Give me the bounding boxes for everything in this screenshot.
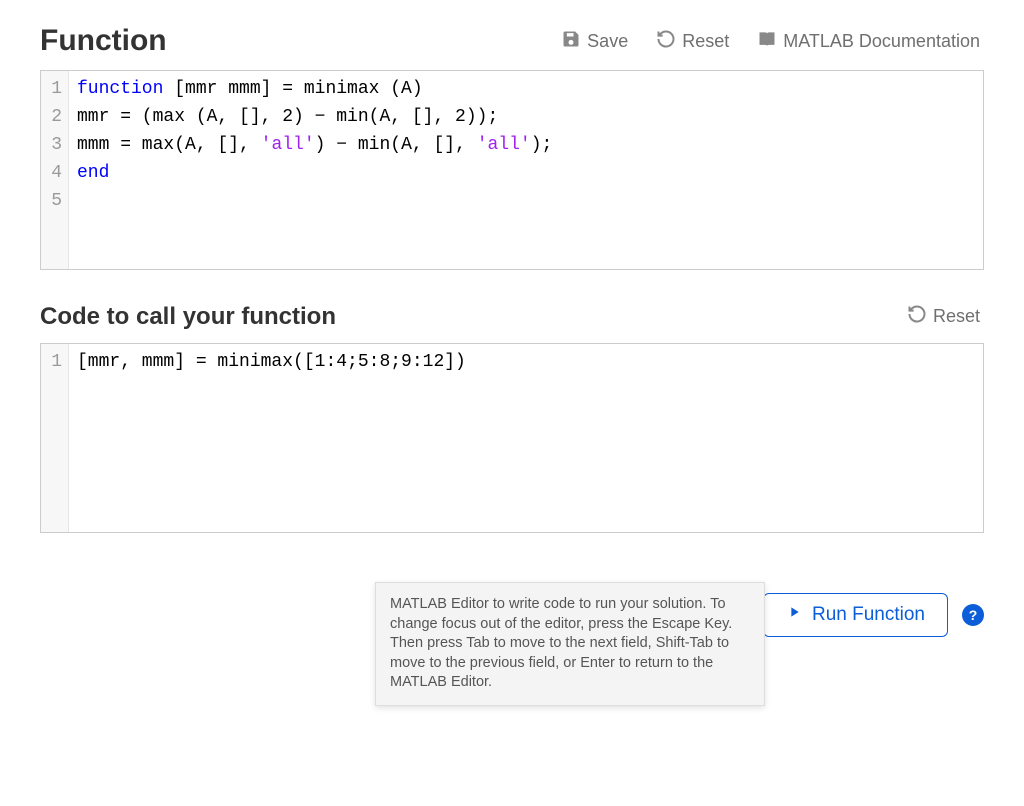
caller-gutter: 1 xyxy=(41,344,69,532)
caller-reset-label: Reset xyxy=(933,306,980,327)
run-function-button[interactable]: Run Function xyxy=(763,593,948,637)
play-icon xyxy=(786,604,802,626)
caller-title: Code to call your function xyxy=(40,303,336,331)
line-number: 1 xyxy=(45,348,62,376)
reset-label: Reset xyxy=(682,31,729,52)
caller-reset-button[interactable]: Reset xyxy=(903,302,984,331)
caller-toolbar: Reset xyxy=(903,302,984,331)
function-toolbar: Save Reset MATLAB Documentation xyxy=(557,27,984,56)
code-line[interactable]: end xyxy=(77,159,975,187)
docs-label: MATLAB Documentation xyxy=(783,31,980,52)
help-button[interactable]: ? xyxy=(962,604,984,626)
code-line[interactable]: function [mmr mmm] = minimax (A) xyxy=(77,75,975,103)
reset-button[interactable]: Reset xyxy=(652,27,733,56)
code-line[interactable]: mmr = (max (A, [], 2) − min(A, [], 2)); xyxy=(77,103,975,131)
function-gutter: 12345 xyxy=(41,71,69,269)
caller-code[interactable]: [mmr, mmm] = minimax([1:4;5:8;9:12]) xyxy=(69,344,983,532)
save-icon xyxy=(561,29,581,54)
caller-editor[interactable]: 1 [mmr, mmm] = minimax([1:4;5:8;9:12]) xyxy=(40,343,984,533)
book-icon xyxy=(757,29,777,54)
editor-tooltip: MATLAB Editor to write code to run your … xyxy=(375,582,765,706)
line-number: 4 xyxy=(45,159,62,187)
function-code[interactable]: function [mmr mmm] = minimax (A)mmr = (m… xyxy=(69,71,983,269)
caller-header: Code to call your function Reset xyxy=(40,302,984,331)
function-title: Function xyxy=(40,24,167,58)
line-number: 3 xyxy=(45,131,62,159)
run-label: Run Function xyxy=(812,604,925,626)
line-number: 1 xyxy=(45,75,62,103)
code-line[interactable]: [mmr, mmm] = minimax([1:4;5:8;9:12]) xyxy=(77,348,975,376)
save-label: Save xyxy=(587,31,628,52)
save-button[interactable]: Save xyxy=(557,27,632,56)
reset-icon xyxy=(656,29,676,54)
function-editor[interactable]: 12345 function [mmr mmm] = minimax (A)mm… xyxy=(40,70,984,270)
reset-icon xyxy=(907,304,927,329)
code-line[interactable]: mmm = max(A, [], 'all') − min(A, [], 'al… xyxy=(77,131,975,159)
code-line[interactable] xyxy=(77,187,975,215)
docs-button[interactable]: MATLAB Documentation xyxy=(753,27,984,56)
line-number: 2 xyxy=(45,103,62,131)
line-number: 5 xyxy=(45,187,62,215)
function-header: Function Save Reset MATLAB Documentation xyxy=(40,24,984,58)
